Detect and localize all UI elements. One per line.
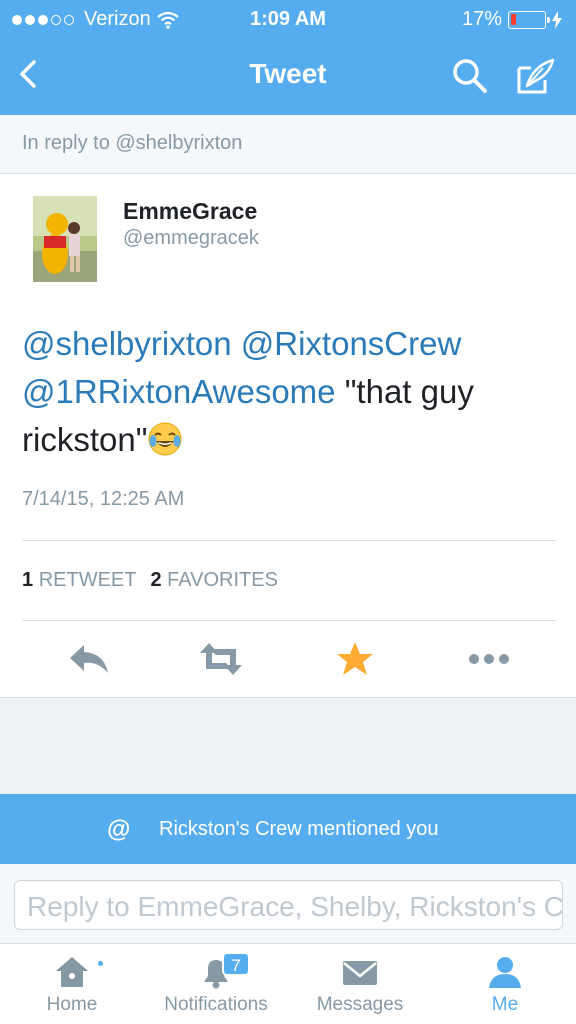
mention-notification-banner[interactable]: @ Rickston's Crew mentioned you xyxy=(0,794,576,864)
author-name[interactable]: EmmeGrace xyxy=(123,198,257,225)
battery-percent: 17% xyxy=(461,8,502,30)
tweet-detail: EmmeGrace @emmegracek @shelbyrixton @Rix… xyxy=(0,174,576,698)
status-bar: Verizon 1:09 AM 17% xyxy=(0,0,576,38)
home-icon xyxy=(56,957,88,987)
retweet-label: RETWEET xyxy=(38,569,137,591)
tab-label: Messages xyxy=(316,994,404,1015)
retweet-icon[interactable] xyxy=(196,639,246,679)
tweet-timestamp: 7/14/15, 12:25 AM xyxy=(22,488,185,510)
at-icon: @ xyxy=(107,816,131,843)
tab-me[interactable]: Me xyxy=(466,944,544,1024)
battery-icon xyxy=(508,10,550,29)
notification-badge: 7 xyxy=(222,952,250,976)
tab-notifications[interactable]: Notifications xyxy=(154,944,278,1024)
star-icon[interactable] xyxy=(330,639,380,679)
mention-link[interactable]: @shelbyrixton xyxy=(22,325,232,362)
reply-context: In reply to @shelbyrixton xyxy=(0,115,576,174)
tab-home[interactable]: Home xyxy=(20,944,124,1024)
top-bar: Verizon 1:09 AM 17% Tweet xyxy=(0,0,576,115)
tweet-stats: 1 RETWEET 2 FAVORITES xyxy=(22,569,278,592)
tab-messages[interactable]: Messages xyxy=(306,944,414,1024)
reply-area: Reply to EmmeGrace, Shelby, Rickston's C… xyxy=(0,864,576,944)
compose-icon[interactable] xyxy=(515,56,557,96)
more-icon[interactable] xyxy=(464,639,514,679)
person-icon xyxy=(489,957,521,988)
tab-label: Home xyxy=(46,994,98,1015)
retweet-count: 1 xyxy=(22,569,34,591)
banner-text: Rickston's Crew mentioned you xyxy=(159,818,439,840)
tab-label: Me xyxy=(491,994,519,1015)
author-handle[interactable]: @emmegracek xyxy=(123,227,259,250)
divider xyxy=(22,540,556,541)
nav-bar: Tweet xyxy=(0,38,576,115)
tweet-body: @shelbyrixton @RixtonsCrew @1RRixtonAwes… xyxy=(22,320,552,464)
favorite-label: FAVORITES xyxy=(167,569,278,591)
new-content-dot xyxy=(98,961,103,966)
favorite-count: 2 xyxy=(150,569,162,591)
envelope-icon xyxy=(343,961,377,985)
favorite-stat[interactable]: 2 FAVORITES xyxy=(150,569,277,592)
avatar[interactable] xyxy=(33,196,97,282)
tears-of-joy-emoji xyxy=(148,422,182,456)
battery-level-fill xyxy=(511,13,516,25)
mention-link[interactable]: @1RRixtonAwesome xyxy=(22,373,336,410)
reply-icon[interactable] xyxy=(64,639,114,679)
reply-input[interactable]: Reply to EmmeGrace, Shelby, Rickston's C… xyxy=(14,880,563,930)
tab-bar: Home Notifications 7 Messages Me xyxy=(0,944,576,1024)
status-right: 17% xyxy=(462,8,562,31)
tab-label: Notifications xyxy=(164,994,268,1015)
search-icon[interactable] xyxy=(450,56,490,96)
retweet-stat[interactable]: 1 RETWEET xyxy=(22,569,136,592)
divider xyxy=(22,620,556,621)
charging-bolt-icon xyxy=(552,10,562,29)
mention-link[interactable]: @RixtonsCrew xyxy=(241,325,462,362)
